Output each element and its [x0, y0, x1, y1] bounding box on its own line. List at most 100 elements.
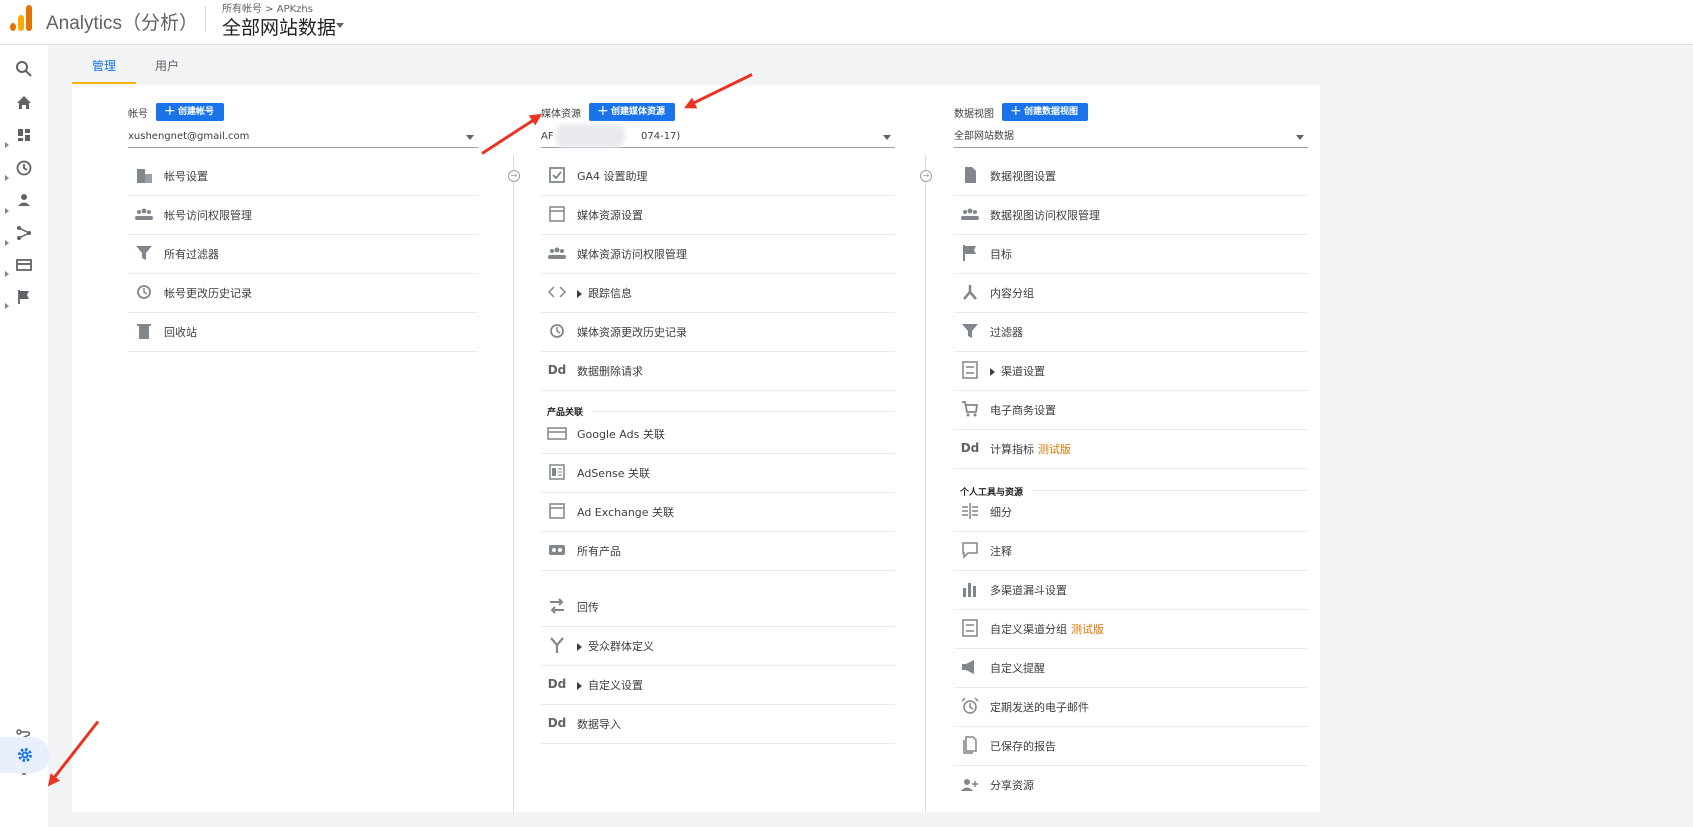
tab-user[interactable]: 用户 [155, 57, 179, 74]
people-icon [961, 208, 979, 220]
create-account-button[interactable]: 创建帐号 [156, 102, 225, 121]
item-label: 媒体资源设置 [577, 209, 643, 222]
list-item[interactable]: 自定义提醒 [954, 649, 1308, 688]
window-icon [549, 503, 565, 519]
admin-nav-item[interactable] [0, 737, 50, 773]
item-label: GA4 设置助理 [577, 170, 648, 183]
expand-caret[interactable] [577, 290, 582, 298]
expand-caret[interactable] [5, 240, 9, 246]
saved-report-icon [963, 736, 977, 754]
filter-icon [136, 246, 152, 260]
dashboard-icon[interactable] [14, 125, 34, 145]
list-item[interactable]: 过滤器 [954, 313, 1308, 352]
list-item[interactable]: 帐号设置 [128, 157, 478, 196]
item-label: 回收站 [164, 326, 197, 339]
list-item[interactable]: 定期发送的电子邮件 [954, 688, 1308, 727]
item-label: 电子商务设置 [990, 404, 1056, 417]
list-item[interactable]: Dd 数据导入 [541, 705, 895, 744]
list-item[interactable]: 帐号访问权限管理 [128, 196, 478, 235]
property-selected-suffix: 074-17) [641, 131, 681, 142]
item-label: 自定义设置 [577, 677, 643, 693]
list-item[interactable]: 多渠道漏斗设置 [954, 571, 1308, 610]
account-selector[interactable]: xushengnet@gmail.com [128, 130, 478, 148]
item-label: 数据视图访问权限管理 [990, 209, 1100, 222]
expand-caret[interactable] [5, 271, 9, 277]
clock-icon[interactable] [14, 158, 34, 178]
flag-icon[interactable] [14, 287, 34, 307]
list-item[interactable]: 电子商务设置 [954, 391, 1308, 430]
home-icon[interactable] [14, 93, 34, 113]
list-item[interactable]: 回收站 [128, 313, 478, 352]
code-icon [547, 286, 567, 298]
create-property-button[interactable]: 创建媒体资源 [589, 102, 676, 121]
window-icon [549, 206, 565, 222]
list-item[interactable]: 所有过滤器 [128, 235, 478, 274]
expand-caret[interactable] [5, 142, 9, 148]
column-divider [925, 155, 926, 812]
person-icon[interactable] [14, 190, 34, 210]
list-item[interactable]: 已保存的报告 [954, 727, 1308, 766]
list-item[interactable]: AdSense 关联 [541, 454, 895, 493]
item-label: 数据删除请求 [577, 365, 643, 378]
list-item[interactable]: 媒体资源更改历史记录 [541, 313, 895, 352]
item-label: 媒体资源更改历史记录 [577, 326, 687, 339]
list-item[interactable]: Google Ads 关联 [541, 415, 895, 454]
list-item[interactable]: 渠道设置 [954, 352, 1308, 391]
bar-chart-icon [963, 583, 976, 597]
item-label: 过滤器 [990, 326, 1023, 339]
item-label: 受众群体定义 [577, 638, 654, 654]
property-heading: 媒体资源 [541, 109, 581, 120]
view-selected: 全部网站数据 [954, 131, 1014, 142]
expand-caret[interactable] [5, 175, 9, 181]
filter-icon [962, 324, 978, 338]
channel-icon [962, 361, 978, 379]
expand-caret[interactable] [577, 682, 582, 690]
chevron-down-icon[interactable] [336, 23, 344, 28]
list-item[interactable]: GA4 设置助理 [541, 157, 895, 196]
app-name[interactable]: Analytics（分析） [46, 8, 198, 35]
behavior-icon[interactable] [14, 255, 34, 275]
view-selector-title[interactable]: 全部网站数据 [222, 13, 336, 40]
list-item[interactable]: 媒体资源访问权限管理 [541, 235, 895, 274]
beta-badge: 测试版 [1071, 623, 1104, 636]
expand-caret[interactable] [577, 643, 582, 651]
list-item[interactable]: Dd 计算指标 测试版 [954, 430, 1308, 469]
list-item[interactable]: 目标 [954, 235, 1308, 274]
list-item[interactable]: Dd 自定义设置 [541, 666, 895, 705]
expand-caret[interactable] [990, 368, 995, 376]
item-label: 帐号更改历史记录 [164, 287, 252, 300]
expand-caret[interactable] [5, 208, 9, 214]
list-item[interactable]: 数据视图设置 [954, 157, 1308, 196]
analytics-logo[interactable] [8, 5, 34, 31]
list-item[interactable]: 所有产品 [541, 532, 895, 571]
checkbox-icon [549, 167, 565, 183]
list-item[interactable]: Ad Exchange 关联 [541, 493, 895, 532]
dd-icon: Dd [547, 363, 567, 377]
view-selector[interactable]: 全部网站数据 [954, 130, 1308, 148]
list-item[interactable]: 跟踪信息 [541, 274, 895, 313]
list-item[interactable]: 受众群体定义 [541, 627, 895, 666]
list-item[interactable]: 自定义渠道分组 测试版 [954, 610, 1308, 649]
item-label: 自定义提醒 [990, 662, 1045, 675]
item-label: 细分 [990, 506, 1012, 519]
list-item[interactable]: 媒体资源设置 [541, 196, 895, 235]
gear-icon[interactable] [15, 745, 35, 765]
building-icon [137, 169, 152, 183]
expand-caret[interactable] [5, 303, 9, 309]
list-item[interactable]: 细分 [954, 493, 1308, 532]
create-view-button[interactable]: 创建数据视图 [1002, 102, 1089, 121]
acquisition-icon[interactable] [14, 223, 34, 243]
list-item[interactable]: 注释 [954, 532, 1308, 571]
list-item[interactable]: 数据视图访问权限管理 [954, 196, 1308, 235]
admin-panel: 帐号 创建帐号 xushengnet@gmail.com 帐号设置 帐号访问权限… [72, 85, 1320, 812]
tab-admin[interactable]: 管理 [92, 57, 116, 74]
search-icon[interactable] [14, 59, 34, 79]
list-item[interactable]: 内容分组 [954, 274, 1308, 313]
item-label: AdSense 关联 [577, 467, 651, 480]
list-item[interactable]: Dd 数据删除请求 [541, 352, 895, 391]
list-item[interactable]: 回传 [541, 588, 895, 627]
item-label: 回传 [577, 601, 599, 614]
list-item[interactable]: 帐号更改历史记录 [128, 274, 478, 313]
property-selector[interactable]: AF 074-17) [541, 124, 895, 148]
list-item[interactable]: 分享资源 [954, 766, 1308, 805]
